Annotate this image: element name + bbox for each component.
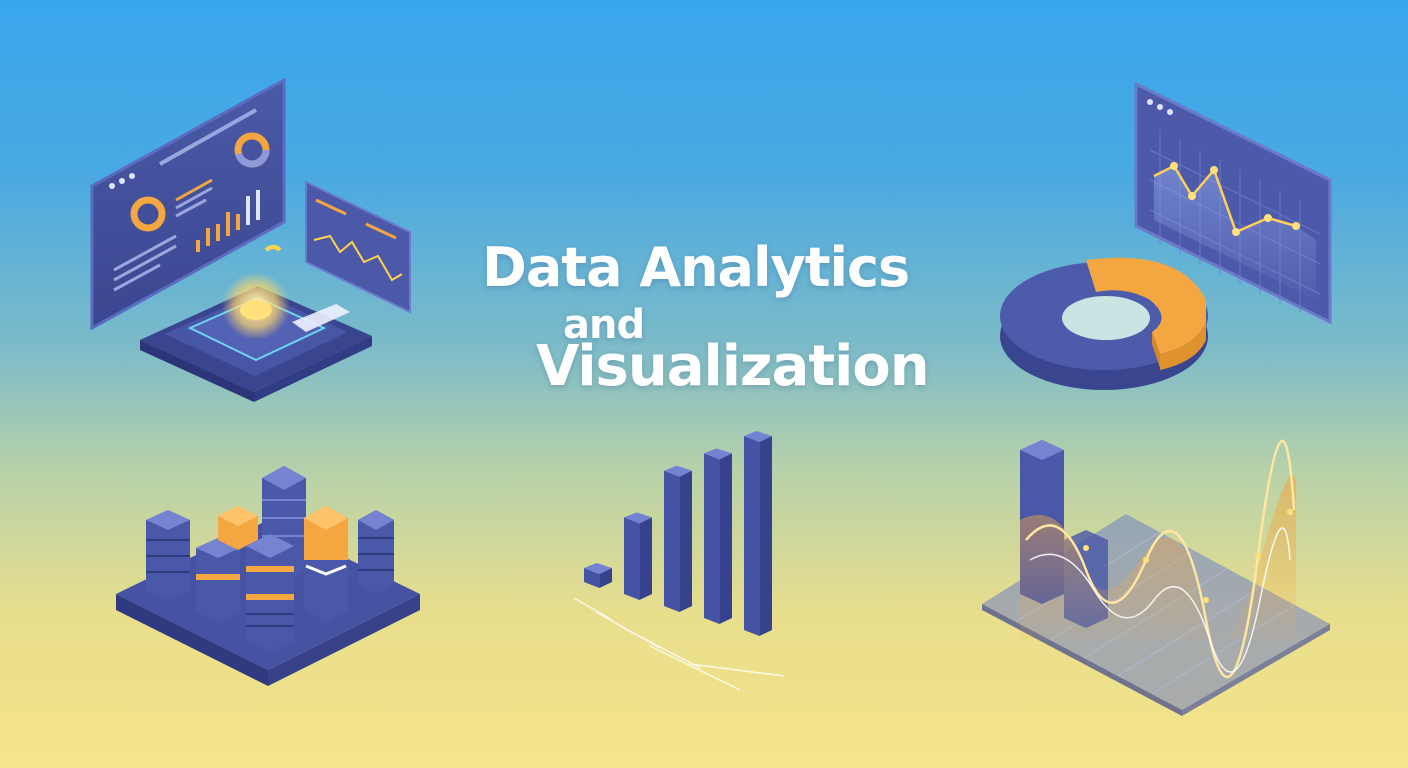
wave-bar-chart-3d [982,440,1330,716]
rising-bar [704,448,732,624]
rising-bar [584,563,612,588]
illustration-scene [90,77,1332,716]
rising-bar [744,431,772,636]
rising-bar [664,465,692,612]
donut-chart-3d [1000,257,1208,390]
rising-bar-chart [573,431,785,691]
rising-bar [624,512,652,600]
isometric-bar-city [116,466,420,686]
dashboard-illustration [90,77,411,402]
